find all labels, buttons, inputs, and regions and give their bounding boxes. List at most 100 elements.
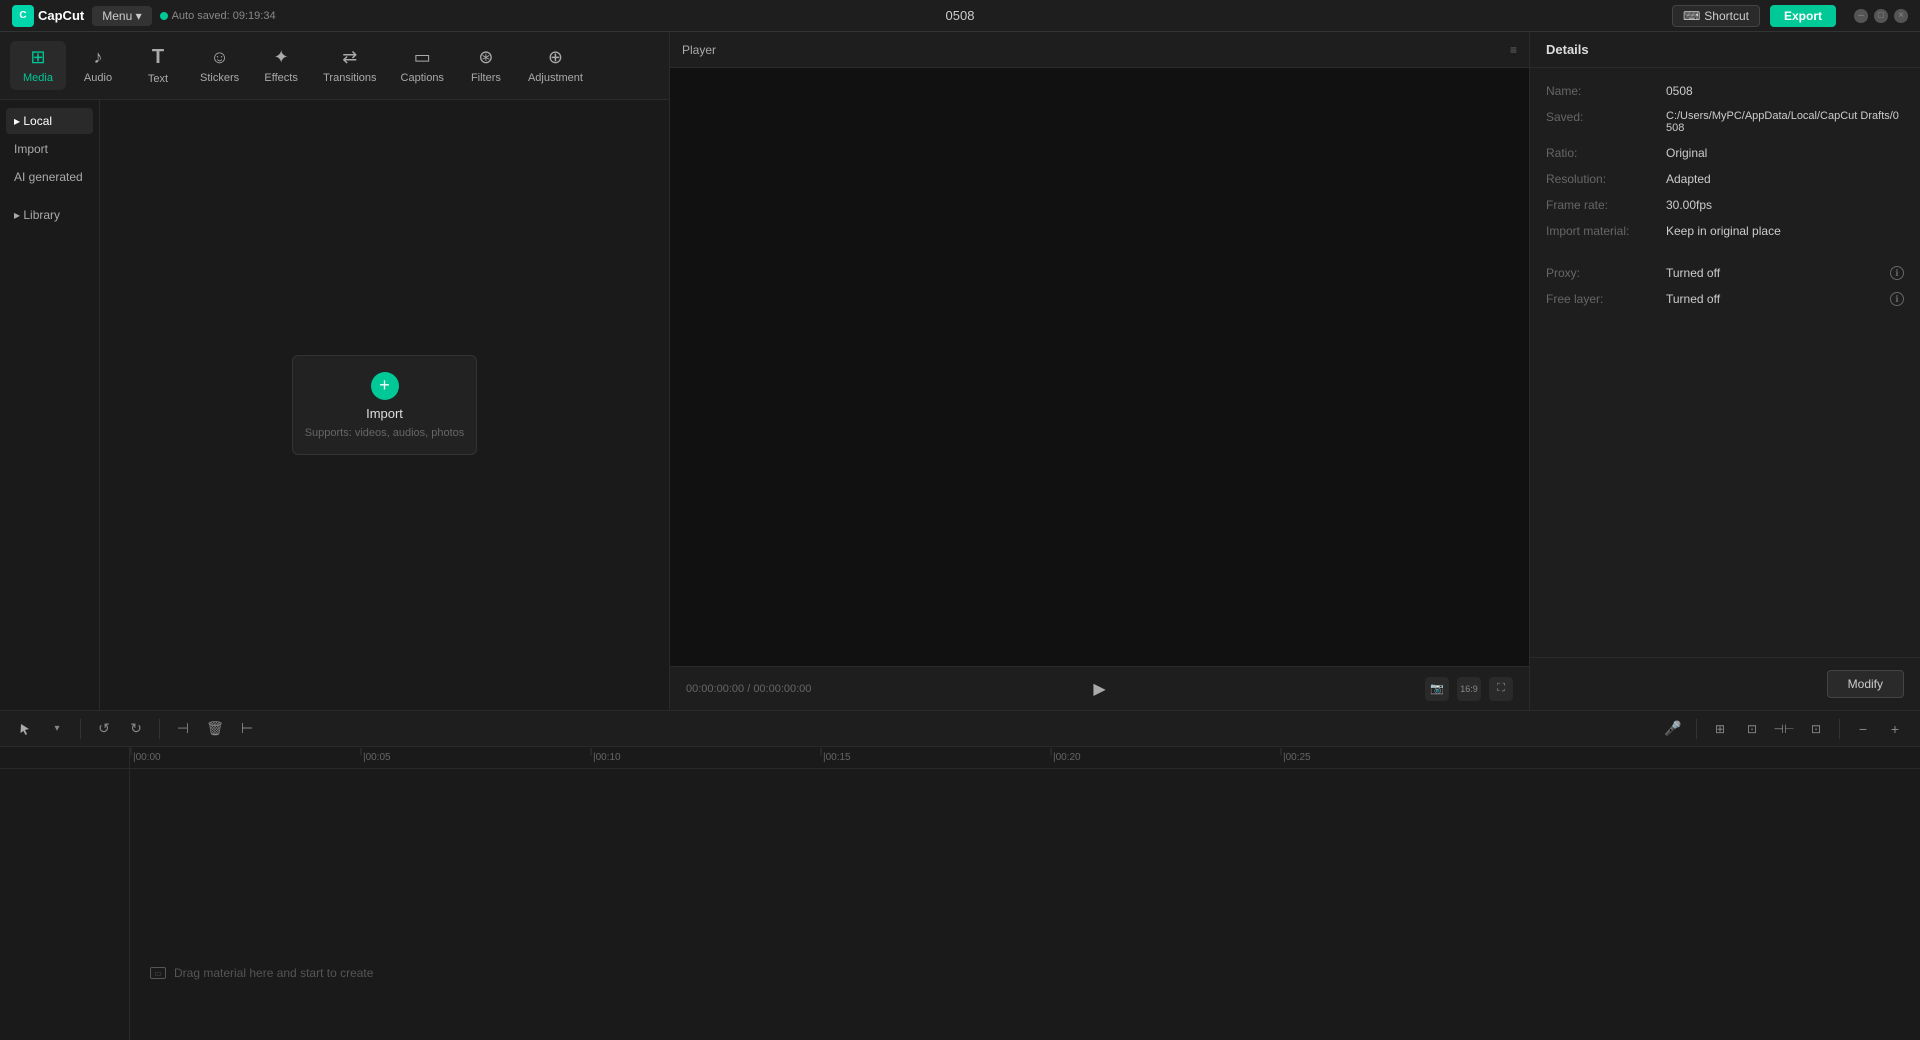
current-time: 00:00:00:00 [686,683,744,695]
toolbar-item-adjustment[interactable]: ⊕ Adjustment [518,41,593,90]
detail-value-free-layer: Turned off [1666,292,1886,306]
details-footer: Modify [1530,657,1920,710]
toolbar-item-audio[interactable]: ♪ Audio [70,41,126,90]
detail-value-saved: C:/Users/MyPC/AppData/Local/CapCut Draft… [1666,110,1904,134]
media-content-area: + Import Supports: videos, audios, photo… [100,100,669,710]
import-box[interactable]: + Import Supports: videos, audios, photo… [292,355,477,455]
track-link-tool[interactable]: ⊞ [1707,716,1733,742]
transitions-icon: ⇄ [342,47,357,68]
snapshot-icon[interactable]: 📷 [1425,677,1449,701]
autosave-dot [160,12,168,20]
import-label: Import [366,406,403,421]
toolbar-item-effects[interactable]: ✦ Effects [253,41,309,90]
redo-button[interactable]: ↻ [123,716,149,742]
minimize-button[interactable]: – [1854,9,1868,23]
filters-icon: ⊛ [478,47,493,68]
sidebar-library-section: ▸ Library [6,202,93,228]
toolbar-item-text[interactable]: T Text [130,40,186,91]
mic-icon[interactable]: 🎤 [1660,716,1686,742]
delete-tool[interactable]: 🗑 [202,716,228,742]
track-area: ▭ Drag material here and start to create [130,769,1920,1040]
detail-value-framerate: 30.00fps [1666,198,1904,212]
track-split-tool[interactable]: ⊣⊢ [1771,716,1797,742]
export-button[interactable]: Export [1770,5,1836,27]
transitions-label: Transitions [323,72,376,84]
zoom-in-tool[interactable]: + [1882,716,1908,742]
tl-separator-3 [1696,719,1697,739]
play-button[interactable]: ▶ [1086,675,1114,703]
stickers-icon: ☺ [210,47,228,68]
detail-label-saved: Saved: [1546,110,1666,124]
ruler-track-label [0,747,130,768]
audio-icon: ♪ [94,47,103,68]
media-sidebar: ▸ Local Import AI generated ▸ Library [0,100,100,710]
details-content: Name: 0508 Saved: C:/Users/MyPC/AppData/… [1530,68,1920,657]
detail-label-resolution: Resolution: [1546,172,1666,186]
captions-label: Captions [401,72,444,84]
proxy-info-icon[interactable]: ℹ [1890,266,1904,280]
titlebar-right: ⌨ Shortcut Export – □ × [1672,5,1908,27]
free-layer-info-icon[interactable]: ℹ [1890,292,1904,306]
autosave-text: Auto saved: 09:19:34 [172,10,276,22]
zoom-out-tool[interactable]: − [1850,716,1876,742]
main-layout: ⊞ Media ♪ Audio T Text ☺ Stickers ✦ Effe… [0,32,1920,710]
detail-label-ratio: Ratio: [1546,146,1666,160]
keyboard-icon: ⌨ [1683,9,1700,23]
main-toolbar: ⊞ Media ♪ Audio T Text ☺ Stickers ✦ Effe… [0,32,669,100]
ruler-mark-25: |00:25 [1280,747,1311,768]
media-label: Media [23,72,53,84]
window-controls: – □ × [1854,9,1908,23]
sidebar-item-ai-generated[interactable]: AI generated [6,164,93,190]
undo-button[interactable]: ↺ [91,716,117,742]
cursor-tool[interactable] [12,716,38,742]
drop-hint: ▭ Drag material here and start to create [150,966,373,980]
details-title: Details [1546,42,1589,57]
detail-row-ratio: Ratio: Original [1546,146,1904,160]
toolbar-item-media[interactable]: ⊞ Media [10,41,66,90]
detail-row-resolution: Resolution: Adapted [1546,172,1904,186]
menu-button[interactable]: Menu ▾ [92,6,151,26]
maximize-button[interactable]: □ [1874,9,1888,23]
player-header: Player ≡ [670,32,1529,68]
track-snap-tool[interactable]: ⊡ [1739,716,1765,742]
filters-label: Filters [471,72,501,84]
ratio-icon[interactable]: 16:9 [1457,677,1481,701]
detail-label-name: Name: [1546,84,1666,98]
toolbar-item-transitions[interactable]: ⇄ Transitions [313,41,386,90]
detail-row-saved: Saved: C:/Users/MyPC/AppData/Local/CapCu… [1546,110,1904,134]
tl-separator-1 [80,719,81,739]
adjustment-label: Adjustment [528,72,583,84]
drop-icon: ▭ [150,967,166,979]
project-title: 0508 [946,8,975,23]
sidebar-item-local[interactable]: ▸ Local [6,108,93,134]
cursor-dropdown[interactable]: ▾ [44,716,70,742]
logo-icon: C [12,5,34,27]
shortcut-button[interactable]: ⌨ Shortcut [1672,5,1760,27]
details-header: Details [1530,32,1920,68]
ruler-mark-5: |00:05 [360,747,391,768]
titlebar: C CapCut Menu ▾ Auto saved: 09:19:34 050… [0,0,1920,32]
app-logo: C CapCut [12,5,84,27]
player-right-controls: 📷 16:9 ⛶ [1425,677,1513,701]
ruler-mark-15: |00:15 [820,747,851,768]
fullscreen-icon[interactable]: ⛶ [1489,677,1513,701]
toolbar-item-filters[interactable]: ⊛ Filters [458,41,514,90]
split-tool[interactable]: ⊣ [170,716,196,742]
timeline-right-tools: 🎤 ⊞ ⊡ ⊣⊢ ⊡ − + [1660,716,1908,742]
media-panel: ▸ Local Import AI generated ▸ Library [0,100,669,710]
track-trim-tool[interactable]: ⊡ [1803,716,1829,742]
detail-label-free-layer: Free layer: [1546,292,1666,306]
player-menu-icon[interactable]: ≡ [1510,43,1517,57]
total-time: 00:00:00:00 [753,683,811,695]
trim-tool[interactable]: ⊢ [234,716,260,742]
toolbar-item-stickers[interactable]: ☺ Stickers [190,41,249,90]
details-panel: Details Name: 0508 Saved: C:/Users/MyPC/… [1530,32,1920,710]
sidebar-item-import[interactable]: Import [6,136,93,162]
sidebar-item-library[interactable]: ▸ Library [6,202,93,228]
close-button[interactable]: × [1894,9,1908,23]
modify-button[interactable]: Modify [1827,670,1904,698]
detail-value-name: 0508 [1666,84,1904,98]
effects-label: Effects [264,72,297,84]
toolbar-item-captions[interactable]: ▭ Captions [391,41,454,90]
detail-label-proxy: Proxy: [1546,266,1666,280]
